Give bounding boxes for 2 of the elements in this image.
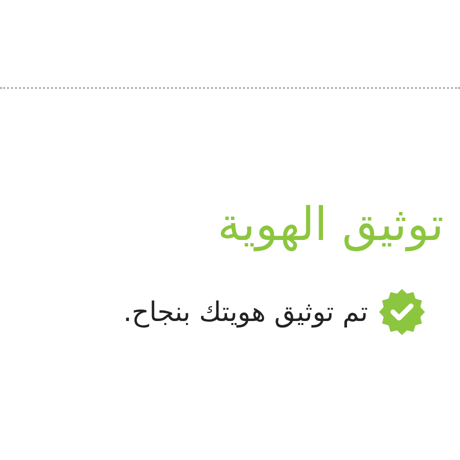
success-message: تم توثيق هويتك بنجاح. bbox=[123, 296, 368, 328]
page-title: توثيق الهوية bbox=[216, 197, 444, 252]
